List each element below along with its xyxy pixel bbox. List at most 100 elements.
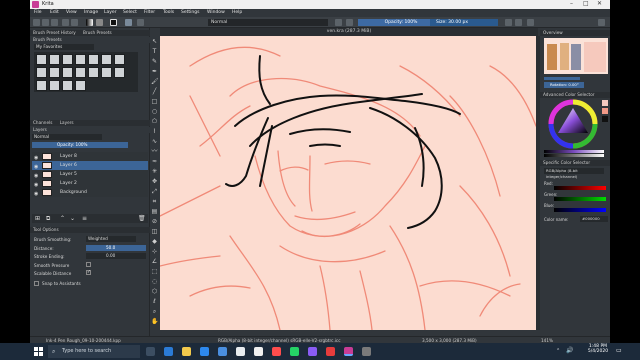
reload-preset-icon[interactable] bbox=[346, 19, 353, 26]
shade-strip[interactable] bbox=[544, 150, 604, 153]
file-explorer-icon[interactable] bbox=[182, 347, 191, 356]
move-up-icon[interactable]: ⌃ bbox=[60, 215, 65, 222]
discord-icon[interactable] bbox=[308, 347, 317, 356]
mirror-horizontal-icon[interactable] bbox=[505, 19, 512, 26]
menu-layer[interactable]: Layer bbox=[104, 10, 117, 15]
app-icon[interactable] bbox=[362, 347, 371, 356]
brush-preset[interactable] bbox=[49, 54, 60, 65]
notification-icon[interactable]: ▭ bbox=[616, 347, 622, 354]
menu-file[interactable]: File bbox=[34, 10, 42, 15]
brush-preset[interactable] bbox=[62, 80, 73, 91]
dynamic-brush-tool-icon[interactable]: ≈ bbox=[151, 158, 158, 165]
layer-row[interactable]: ◉ Layer 5 bbox=[32, 170, 148, 179]
brush-preset[interactable] bbox=[36, 54, 47, 65]
brush-preset[interactable] bbox=[88, 67, 99, 78]
gradient-tool-icon[interactable]: ▤ bbox=[151, 208, 158, 215]
brush-preset-tabs[interactable]: Brush Preset History Brush Presets bbox=[30, 30, 150, 36]
color-name-input[interactable]: #000000 bbox=[580, 216, 608, 222]
menu-select[interactable]: Select bbox=[123, 10, 137, 15]
blend-mode-select[interactable]: Normal bbox=[208, 19, 328, 26]
rotation-slider[interactable]: Rotation: 0.00° bbox=[544, 82, 584, 88]
brush-preset[interactable] bbox=[75, 67, 86, 78]
undo-icon[interactable] bbox=[62, 19, 69, 26]
eye-icon[interactable]: ◉ bbox=[34, 190, 38, 199]
pan-tool-icon[interactable]: ✋ bbox=[151, 318, 158, 325]
phone-icon[interactable] bbox=[290, 347, 299, 356]
volume-icon[interactable]: 🔊 bbox=[566, 347, 573, 354]
fill-tool-icon[interactable]: ◆ bbox=[151, 238, 158, 245]
tab-brush-preset-history[interactable]: Brush Preset History bbox=[33, 30, 76, 35]
color-space-select[interactable]: RGB/Alpha (8-bit integer/channel) bbox=[544, 168, 604, 179]
stroke-ending-slider[interactable]: 0.00 bbox=[86, 253, 146, 259]
brush-preset[interactable] bbox=[49, 80, 60, 91]
layer-opacity-slider[interactable]: Opacity: 100% bbox=[32, 142, 128, 148]
line-tool-icon[interactable]: ╱ bbox=[151, 88, 158, 95]
smooth-pressure-checkbox[interactable] bbox=[86, 262, 91, 267]
drawing-canvas[interactable] bbox=[160, 36, 536, 330]
polygon-select-tool-icon[interactable]: ⬡ bbox=[151, 288, 158, 295]
distance-slider[interactable]: 50.0 bbox=[86, 245, 146, 251]
delete-layer-icon[interactable]: 🗑 bbox=[138, 215, 146, 222]
pattern-icon[interactable] bbox=[96, 19, 103, 26]
text-tool-icon[interactable]: T bbox=[151, 48, 158, 55]
menu-settings[interactable]: Settings bbox=[181, 10, 199, 15]
workspace-chooser-icon[interactable] bbox=[598, 19, 605, 26]
brush-preset[interactable] bbox=[101, 54, 112, 65]
polyline-tool-icon[interactable]: ⌇ bbox=[151, 128, 158, 135]
brush-preset[interactable] bbox=[114, 54, 125, 65]
color-picker-tool-icon[interactable]: ⊘ bbox=[151, 218, 158, 225]
menu-window[interactable]: Window bbox=[207, 10, 225, 15]
menu-filter[interactable]: Filter bbox=[144, 10, 155, 15]
bezier-tool-icon[interactable]: ∿ bbox=[151, 138, 158, 145]
redo-icon[interactable] bbox=[71, 19, 78, 26]
layer-row-selected[interactable]: ◉ Layer 6 bbox=[32, 161, 148, 170]
mirror-vertical-icon[interactable] bbox=[515, 19, 522, 26]
tag-filter-select[interactable]: My Favorites bbox=[34, 44, 94, 50]
layer-properties-icon[interactable]: ≡ bbox=[82, 215, 87, 222]
menu-edit[interactable]: Edit bbox=[50, 10, 59, 15]
duplicate-layer-icon[interactable]: ⧉ bbox=[46, 215, 50, 223]
tab-channels[interactable]: Channels bbox=[33, 120, 52, 125]
tray-up-icon[interactable]: ⌃ bbox=[556, 348, 560, 354]
wrap-around-icon[interactable] bbox=[527, 19, 534, 26]
rect-select-tool-icon[interactable]: ⬚ bbox=[151, 268, 158, 275]
brush-preset[interactable] bbox=[36, 67, 47, 78]
maximize-button[interactable]: □ bbox=[583, 0, 589, 7]
select-shapes-tool-icon[interactable]: ↖ bbox=[151, 38, 158, 45]
blue-channel-slider[interactable] bbox=[554, 208, 606, 212]
transform-tool-icon[interactable]: ⤢ bbox=[151, 188, 158, 195]
green-channel-slider[interactable] bbox=[554, 197, 606, 201]
menu-view[interactable]: View bbox=[66, 10, 77, 15]
brush-preset[interactable] bbox=[75, 54, 86, 65]
tab-layers[interactable]: Layers bbox=[60, 120, 74, 125]
save-icon[interactable] bbox=[51, 19, 58, 26]
freehand-path-tool-icon[interactable]: 〰 bbox=[151, 148, 158, 155]
move-tool-icon[interactable]: ✥ bbox=[151, 178, 158, 185]
brush-editor-icon[interactable] bbox=[137, 19, 144, 26]
color-swatch[interactable] bbox=[602, 100, 608, 106]
windows-start-icon[interactable] bbox=[34, 347, 43, 356]
task-view-icon[interactable] bbox=[146, 347, 155, 356]
color-swatch[interactable] bbox=[602, 108, 608, 114]
layer-row[interactable]: ◉ Background bbox=[32, 188, 148, 197]
add-layer-icon[interactable]: ⊞ bbox=[35, 215, 40, 222]
freehand-select-tool-icon[interactable]: ℓ bbox=[151, 298, 158, 305]
ellipse-tool-icon[interactable]: ○ bbox=[151, 108, 158, 115]
brush-preset[interactable] bbox=[62, 67, 73, 78]
close-button[interactable]: ✕ bbox=[597, 0, 602, 7]
canvas-tab[interactable]: ven.kra (287.3 MiB) bbox=[160, 28, 538, 36]
brush-preset[interactable] bbox=[114, 67, 125, 78]
open-document-icon[interactable] bbox=[42, 19, 49, 26]
layer-blend-mode-select[interactable]: Normal bbox=[32, 134, 102, 140]
gradient-icon[interactable] bbox=[86, 19, 93, 26]
tab-brush-presets[interactable]: Brush Presets bbox=[83, 30, 112, 35]
new-document-icon[interactable] bbox=[33, 19, 40, 26]
menu-help[interactable]: Help bbox=[232, 10, 242, 15]
layer-row[interactable]: ◉ Layer 8 bbox=[32, 152, 148, 161]
brush-preset[interactable] bbox=[36, 80, 47, 91]
app-icon[interactable] bbox=[254, 347, 263, 356]
assistant-tool-icon[interactable]: ⊹ bbox=[151, 248, 158, 255]
edge-browser-icon[interactable] bbox=[164, 347, 173, 356]
polygon-tool-icon[interactable]: ⬠ bbox=[151, 118, 158, 125]
overview-thumbnail[interactable] bbox=[544, 38, 608, 74]
